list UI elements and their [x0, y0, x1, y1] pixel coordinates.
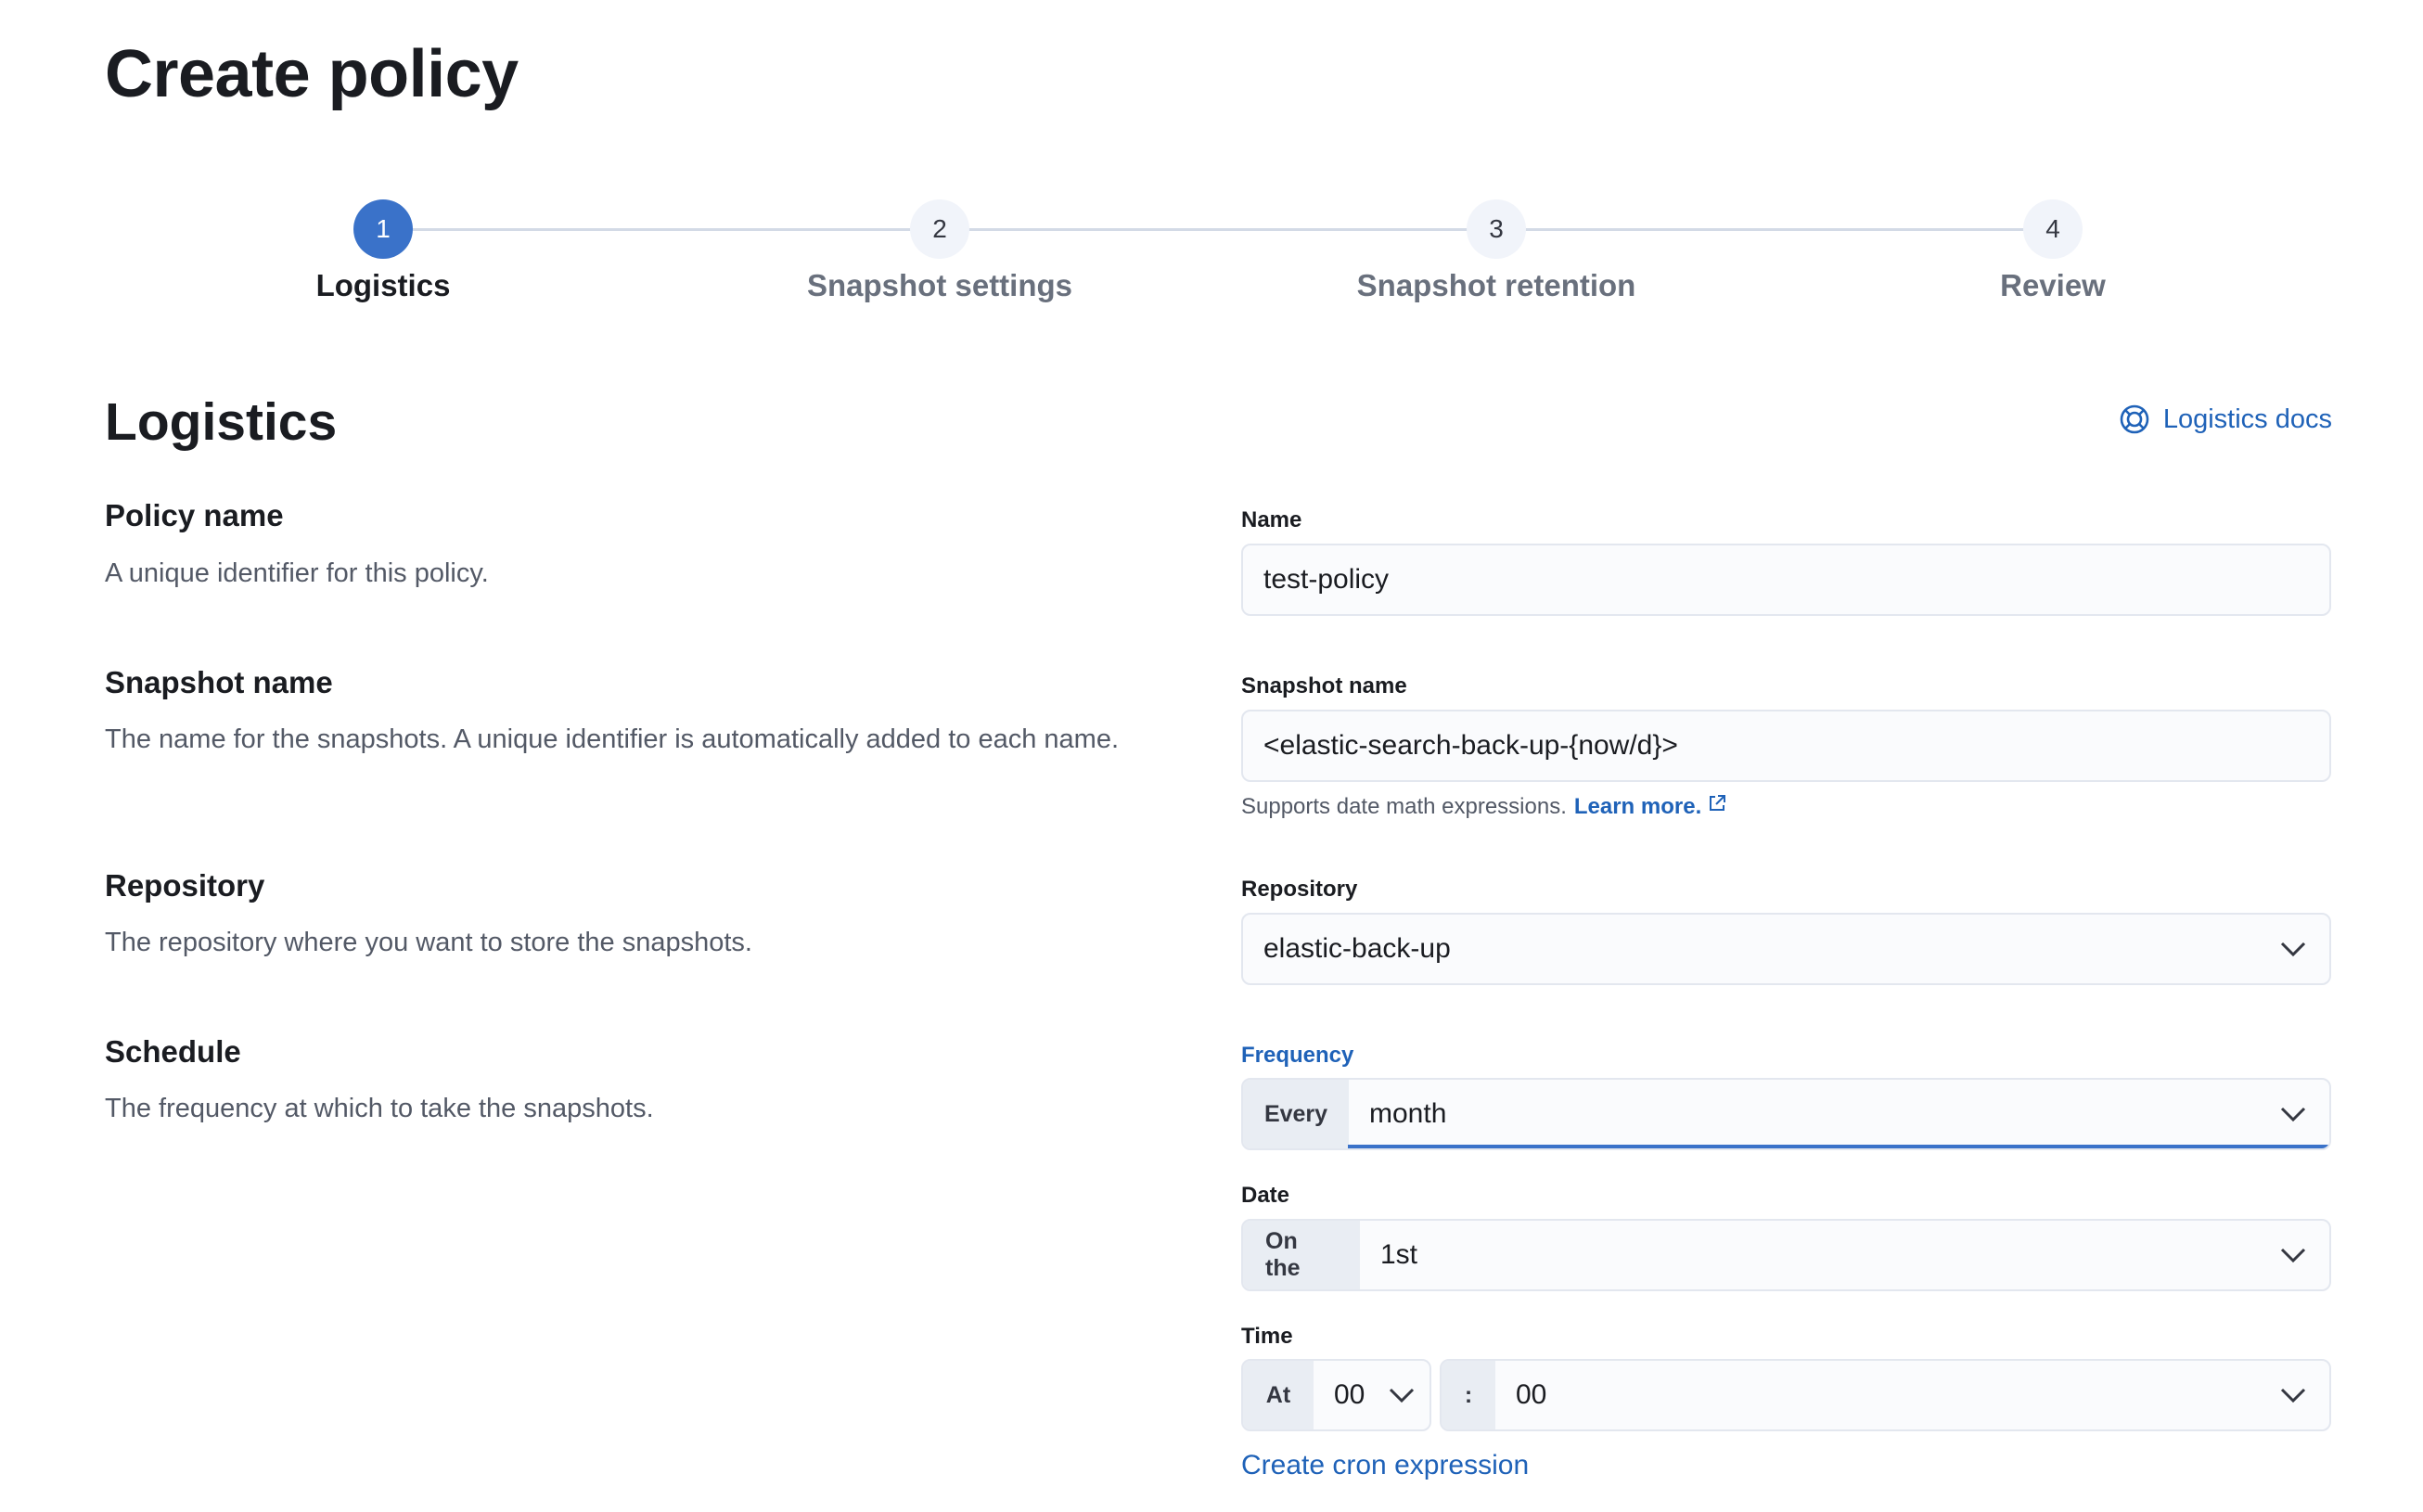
step-number: 1	[353, 199, 413, 259]
chevron-down-icon	[2257, 1361, 2329, 1429]
policy-name-input[interactable]	[1241, 544, 2331, 616]
repository-value: elastic-back-up	[1263, 933, 1451, 964]
repository-select[interactable]: elastic-back-up	[1241, 913, 2331, 985]
step-label: Snapshot retention	[1356, 268, 1636, 302]
frequency-prepend: Every	[1243, 1080, 1349, 1148]
create-policy-page: Create policy 1 Logistics 2 Snapshot set…	[0, 0, 2423, 1512]
name-label: Name	[1241, 507, 1302, 532]
frequency-value: month	[1369, 1098, 1447, 1129]
chevron-down-icon	[2257, 1221, 2329, 1289]
schedule-heading: Schedule	[105, 1034, 241, 1069]
time-separator: :	[1442, 1361, 1495, 1429]
minute-value: 00	[1516, 1379, 1547, 1410]
hour-select[interactable]: At 00	[1241, 1359, 1431, 1431]
snapshot-name-heading: Snapshot name	[105, 665, 333, 699]
policy-name-heading: Policy name	[105, 498, 284, 532]
step-snapshot-retention[interactable]: 3 Snapshot retention	[1218, 199, 1775, 303]
frequency-label: Frequency	[1241, 1043, 1354, 1068]
chevron-down-icon	[1374, 1361, 1429, 1429]
step-label: Review	[2000, 268, 2106, 302]
repository-description: The repository where you want to store t…	[105, 928, 752, 957]
step-snapshot-settings[interactable]: 2 Snapshot settings	[661, 199, 1218, 303]
schedule-description: The frequency at which to take the snaps…	[105, 1094, 654, 1123]
section-title: Logistics	[105, 392, 338, 452]
step-review[interactable]: 4 Review	[1775, 199, 2331, 303]
step-number: 3	[1467, 199, 1526, 259]
time-prepend: At	[1243, 1361, 1314, 1429]
step-number: 2	[910, 199, 969, 259]
step-logistics[interactable]: 1 Logistics	[105, 199, 661, 303]
learn-more-label: Learn more.	[1573, 794, 1702, 819]
help-text: Supports date math expressions.	[1241, 793, 1567, 819]
step-number: 4	[2023, 199, 2083, 259]
external-link-icon	[1710, 795, 1726, 811]
frequency-select[interactable]: Every month	[1241, 1078, 2331, 1150]
snapshot-name-label: Snapshot name	[1241, 673, 1407, 698]
logistics-docs-link[interactable]: Logistics docs	[2119, 404, 2332, 435]
snapshot-name-input[interactable]	[1241, 710, 2331, 782]
snapshot-name-help: Supports date math expressions. Learn mo…	[1241, 793, 1727, 820]
help-lifebuoy-icon	[2120, 404, 2149, 434]
date-prepend: On the	[1243, 1221, 1360, 1289]
learn-more-link[interactable]: Learn more.	[1574, 793, 1727, 820]
date-label: Date	[1241, 1183, 1290, 1208]
minute-select[interactable]: : 00	[1440, 1359, 2331, 1431]
date-value: 1st	[1380, 1239, 1418, 1270]
time-label: Time	[1241, 1324, 1293, 1349]
page-title: Create policy	[105, 37, 519, 111]
repository-label: Repository	[1241, 877, 1358, 902]
policy-name-description: A unique identifier for this policy.	[105, 558, 489, 588]
chevron-down-icon	[2257, 1080, 2329, 1148]
chevron-down-icon	[2257, 915, 2329, 983]
hour-value: 00	[1334, 1379, 1365, 1410]
create-cron-expression-link[interactable]: Create cron expression	[1241, 1450, 1529, 1481]
snapshot-name-description: The name for the snapshots. A unique ide…	[105, 724, 1120, 754]
logistics-docs-label: Logistics docs	[2162, 404, 2332, 434]
step-label: Logistics	[315, 268, 451, 302]
date-select[interactable]: On the 1st	[1241, 1219, 2331, 1291]
step-label: Snapshot settings	[806, 268, 1073, 302]
steps-progress: 1 Logistics 2 Snapshot settings 3 Snapsh…	[105, 199, 2331, 320]
focus-underline	[1348, 1145, 2329, 1148]
repository-heading: Repository	[105, 868, 265, 903]
